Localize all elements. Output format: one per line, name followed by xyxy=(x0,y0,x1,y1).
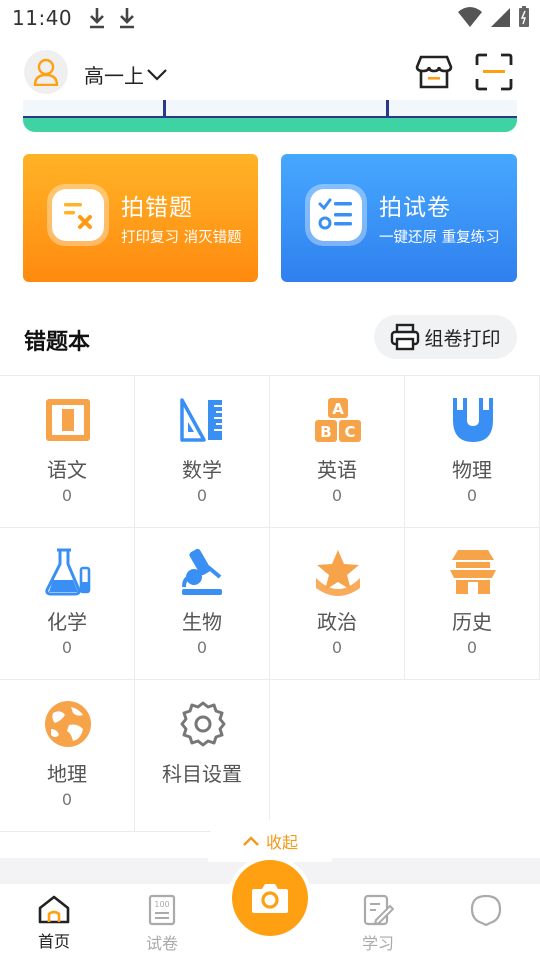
subject-chemistry[interactable]: 化学 0 xyxy=(0,528,135,680)
pavilion-icon xyxy=(447,546,499,598)
card-title: 拍错题 xyxy=(121,195,193,221)
app-header: 高一上 xyxy=(0,44,540,106)
microscope-icon xyxy=(177,546,229,598)
nav-label: 首页 xyxy=(37,932,70,951)
subject-name: 政治 xyxy=(317,610,357,634)
subject-history[interactable]: 历史 0 xyxy=(405,528,540,680)
user-icon xyxy=(33,58,59,86)
photo-paper-card[interactable]: 拍试卷 一键还原 重复练习 xyxy=(281,154,517,282)
checklist-icon xyxy=(318,198,352,230)
printer-icon xyxy=(391,323,420,351)
grade-label: 高一上 xyxy=(84,64,144,88)
subject-count: 0 xyxy=(61,638,73,657)
scan-icon xyxy=(475,53,513,91)
math-ruler-icon xyxy=(177,394,229,446)
subject-count: 0 xyxy=(196,486,208,505)
subject-grid: 语文 0 数学 0 ABC 英语 0 物理 0 化学 0 生物 0 政治 0 历… xyxy=(0,375,540,832)
mistake-icon-frame xyxy=(47,184,109,246)
chinese-book-icon xyxy=(42,394,94,446)
status-bar: 11:40 xyxy=(0,0,540,36)
collapse-label: 收起 xyxy=(265,833,298,852)
svg-text:B: B xyxy=(320,423,331,441)
battery-icon xyxy=(519,6,529,27)
subject-name: 化学 xyxy=(47,610,87,634)
subject-geography[interactable]: 地理 0 xyxy=(0,680,135,832)
wifi-icon xyxy=(458,7,482,27)
download-icon xyxy=(90,8,105,29)
scan-button[interactable] xyxy=(474,52,514,92)
status-icons xyxy=(458,6,530,28)
chevron-up-icon xyxy=(243,836,259,846)
subject-math[interactable]: 数学 0 xyxy=(135,376,270,528)
study-icon xyxy=(363,894,394,926)
svg-text:100: 100 xyxy=(154,900,169,909)
subject-name: 数学 xyxy=(182,458,222,482)
subject-physics[interactable]: 物理 0 xyxy=(405,376,540,528)
profile-icon xyxy=(470,894,502,926)
camera-icon xyxy=(252,884,288,913)
subject-biology[interactable]: 生物 0 xyxy=(135,528,270,680)
subject-settings[interactable]: 科目设置 xyxy=(135,680,270,832)
magnet-icon xyxy=(447,394,499,446)
nav-label: 试卷 xyxy=(145,934,178,953)
download-indicators xyxy=(88,7,136,29)
card-subtitle: 一键还原 重复练习 xyxy=(379,230,500,246)
subject-name: 语文 xyxy=(47,458,87,482)
abc-blocks-icon: ABC xyxy=(312,394,364,446)
grade-selector[interactable]: 高一上 xyxy=(84,60,168,89)
card-title: 拍试卷 xyxy=(379,195,451,221)
camera-button[interactable] xyxy=(232,860,308,936)
subject-name: 科目设置 xyxy=(162,762,242,786)
subject-english[interactable]: ABC 英语 0 xyxy=(270,376,405,528)
signal-icon xyxy=(491,8,510,27)
subject-chinese[interactable]: 语文 0 xyxy=(0,376,135,528)
print-paper-button[interactable]: 组卷打印 xyxy=(374,315,517,359)
photo-mistake-card[interactable]: 拍错题 打印复习 消灭错题 xyxy=(23,154,258,282)
collapse-button[interactable]: 收起 xyxy=(208,820,332,862)
status-time: 11:40 xyxy=(12,6,73,30)
banner-image xyxy=(23,100,517,118)
subject-count: 0 xyxy=(196,638,208,657)
download-icon xyxy=(120,8,135,29)
paper-icon: 100 xyxy=(148,894,176,926)
nav-label: 学习 xyxy=(361,934,394,953)
store-button[interactable] xyxy=(414,52,454,92)
home-icon xyxy=(38,895,70,924)
subject-count: 0 xyxy=(331,638,343,657)
avatar[interactable] xyxy=(24,50,68,94)
subject-count: 0 xyxy=(61,486,73,505)
section-title: 错题本 xyxy=(24,330,91,355)
flask-icon xyxy=(42,546,94,598)
subject-name: 生物 xyxy=(182,610,222,634)
subject-politics[interactable]: 政治 0 xyxy=(270,528,405,680)
paper-icon-frame xyxy=(305,184,367,246)
nav-study[interactable]: 学习 xyxy=(348,894,408,956)
subject-count: 0 xyxy=(331,486,343,505)
store-icon xyxy=(415,55,453,89)
nav-papers[interactable]: 100 试卷 xyxy=(132,894,192,956)
mistake-icon xyxy=(64,203,92,229)
banner[interactable] xyxy=(23,100,517,132)
svg-text:C: C xyxy=(344,423,355,441)
subject-name: 地理 xyxy=(47,762,87,786)
card-subtitle: 打印复习 消灭错题 xyxy=(121,230,242,246)
subject-name: 英语 xyxy=(317,458,357,482)
subject-count: 0 xyxy=(466,638,478,657)
svg-text:A: A xyxy=(332,400,344,418)
subject-name: 物理 xyxy=(452,458,492,482)
gear-icon xyxy=(177,698,229,750)
subject-count: 0 xyxy=(466,486,478,505)
subject-name: 历史 xyxy=(452,610,492,634)
print-paper-label: 组卷打印 xyxy=(424,327,501,350)
nav-profile[interactable] xyxy=(456,894,516,956)
chevron-down-icon xyxy=(147,68,167,81)
nav-home[interactable]: 首页 xyxy=(24,894,84,956)
star-badge-icon xyxy=(312,546,364,598)
globe-icon xyxy=(42,698,94,750)
subject-count: 0 xyxy=(61,790,73,809)
